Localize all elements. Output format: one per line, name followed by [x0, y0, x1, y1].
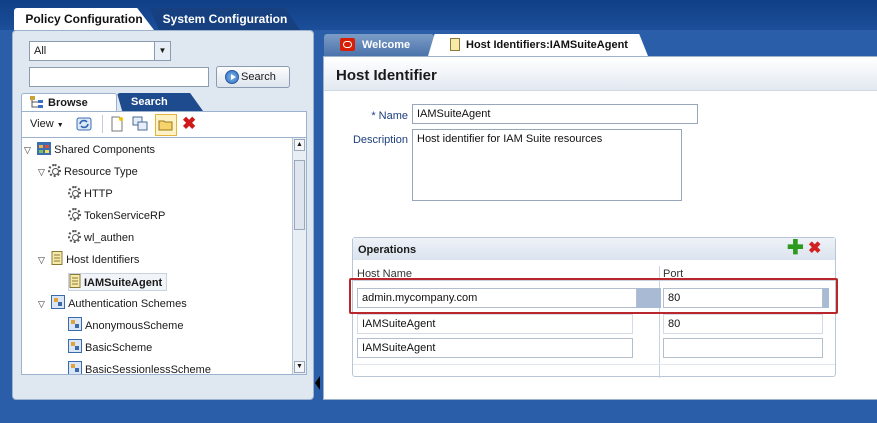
gear-icon	[68, 208, 81, 221]
description-field[interactable]: Host identifier for IAM Suite resources	[412, 129, 682, 201]
tree-node-resource-type[interactable]: ▽ Resource Type	[38, 163, 138, 181]
name-field[interactable]: IAMSuiteAgent	[412, 104, 698, 124]
operations-title: Operations	[358, 244, 417, 256]
gear-icon	[68, 186, 81, 199]
tab-browse-label: Browse	[48, 97, 88, 109]
grid-icon	[37, 142, 52, 155]
tree-node-label: Authentication Schemes	[68, 298, 187, 310]
refresh-icon[interactable]	[76, 116, 92, 134]
page-title: Host Identifier	[324, 57, 877, 91]
tree-node-basicsessionlessscheme[interactable]: BasicSessionlessScheme	[68, 361, 211, 375]
chevron-down-icon: ▼	[56, 122, 64, 129]
host-name-cell[interactable]: IAMSuiteAgent	[357, 314, 633, 334]
duplicate-icon[interactable]	[132, 116, 150, 134]
tab-welcome[interactable]: Welcome	[324, 34, 434, 56]
oracle-logo-icon	[340, 38, 355, 51]
search-button[interactable]: Search	[216, 66, 290, 88]
tree-node-label: Resource Type	[64, 166, 138, 178]
tree-node-anonymousscheme[interactable]: AnonymousScheme	[68, 317, 183, 335]
chevron-down-icon[interactable]: ▼	[154, 42, 170, 60]
tree-node-label: TokenServiceRP	[84, 210, 166, 222]
name-field-value: IAMSuiteAgent	[417, 108, 491, 120]
open-icon[interactable]	[155, 114, 177, 136]
tree-scrollbar[interactable]: ▲ ▼	[292, 138, 306, 374]
host-name-cell[interactable]: IAMSuiteAgent	[357, 338, 633, 358]
tree-node-label: Shared Components	[54, 144, 156, 156]
collapse-icon[interactable]: ▽	[24, 141, 34, 159]
scheme-icon	[51, 295, 66, 309]
scheme-icon	[68, 317, 82, 331]
scrollbar-thumb[interactable]	[294, 160, 305, 230]
top-tab-bar: Policy Configuration System Configuratio…	[0, 0, 877, 30]
description-field-value: Host identifier for IAM Suite resources	[417, 133, 603, 145]
collapse-icon[interactable]: ▽	[38, 251, 48, 269]
view-menu-label: View	[30, 118, 54, 130]
toolbar-divider	[102, 115, 103, 133]
tree-node-wl-authen[interactable]: wl_authen	[68, 229, 134, 247]
search-button-label: Search	[241, 71, 276, 83]
view-menu[interactable]: View ▼	[30, 118, 64, 136]
add-icon[interactable]: ✚	[787, 238, 804, 258]
host-name-value: IAMSuiteAgent	[362, 318, 436, 330]
tree-node-iamsuiteagent[interactable]: IAMSuiteAgent	[68, 273, 168, 291]
tree-toolbar: View ▼ ✖	[21, 111, 307, 137]
description-label: Description	[352, 134, 408, 146]
gear-icon	[68, 230, 81, 243]
tab-browse[interactable]: Browse	[21, 93, 117, 111]
navigation-panel: All ▼ Search Browse Search View ▼ ✖ ▽ Sh…	[12, 30, 314, 400]
search-input[interactable]	[29, 67, 209, 87]
tree-node-label: wl_authen	[84, 232, 135, 244]
tree-node-label: AnonymousScheme	[85, 320, 184, 332]
operations-header: Operations	[353, 238, 835, 260]
port-cell[interactable]: 80	[663, 314, 823, 334]
tree-node-label: BasicSessionlessScheme	[85, 364, 211, 375]
host-identifier-editor: Host Identifier * Name IAMSuiteAgent Des…	[323, 56, 877, 400]
tree-node-host-identifiers[interactable]: ▽ Host Identifiers	[38, 251, 139, 269]
tree-node-http[interactable]: HTTP	[68, 185, 113, 203]
scroll-down-icon[interactable]: ▼	[294, 361, 305, 373]
tab-system-configuration[interactable]: System Configuration	[150, 8, 300, 30]
app-frame: Policy Configuration System Configuratio…	[0, 0, 877, 423]
tab-policy-configuration[interactable]: Policy Configuration	[14, 8, 154, 30]
go-icon	[225, 70, 239, 84]
delete-icon[interactable]: ✖	[808, 241, 824, 257]
panel-collapse-handle[interactable]	[315, 376, 320, 390]
tree-node-label: HTTP	[84, 188, 113, 200]
port-cell[interactable]	[663, 338, 823, 358]
scheme-icon	[68, 361, 82, 374]
tree-node-label: BasicScheme	[85, 342, 153, 354]
tree-node-shared-components[interactable]: ▽ Shared Components	[24, 141, 155, 159]
tree-node-tokenservicerp[interactable]: TokenServiceRP	[68, 207, 165, 225]
collapse-icon[interactable]: ▽	[38, 295, 48, 313]
collapse-icon[interactable]: ▽	[38, 163, 48, 181]
tab-search[interactable]: Search	[117, 93, 203, 111]
new-icon[interactable]	[110, 116, 126, 134]
gear-icon	[48, 164, 61, 177]
tree-node-authentication-schemes[interactable]: ▽ Authentication Schemes	[38, 295, 187, 313]
tab-welcome-label: Welcome	[362, 39, 411, 51]
selected-row-highlight	[349, 278, 838, 314]
delete-icon[interactable]: ✖	[182, 115, 198, 134]
required-indicator: *	[371, 110, 376, 122]
row-divider	[353, 364, 835, 365]
scroll-up-icon[interactable]: ▲	[294, 139, 305, 151]
tree-node-basicscheme[interactable]: BasicScheme	[68, 339, 152, 357]
tab-host-identifier-label: Host Identifiers:IAMSuiteAgent	[466, 39, 628, 51]
tree-node-label: Host Identifiers	[66, 254, 140, 266]
document-icon	[450, 38, 460, 51]
scope-select[interactable]: All ▼	[29, 41, 171, 61]
scheme-icon	[68, 339, 82, 353]
tab-search-label: Search	[131, 96, 168, 108]
host-name-value: IAMSuiteAgent	[362, 342, 436, 354]
name-label-text: Name	[378, 110, 408, 122]
document-icon	[69, 274, 81, 288]
tree-icon	[30, 96, 43, 108]
navigation-tree: ▽ Shared Components ▽ Resource Type HTTP …	[21, 137, 307, 375]
document-icon	[51, 251, 63, 265]
tree-node-label: IAMSuiteAgent	[84, 277, 163, 289]
port-value: 80	[668, 318, 681, 330]
name-label: * Name	[354, 110, 408, 122]
tab-host-identifier[interactable]: Host Identifiers:IAMSuiteAgent	[428, 34, 648, 56]
scope-select-value: All	[34, 45, 47, 57]
